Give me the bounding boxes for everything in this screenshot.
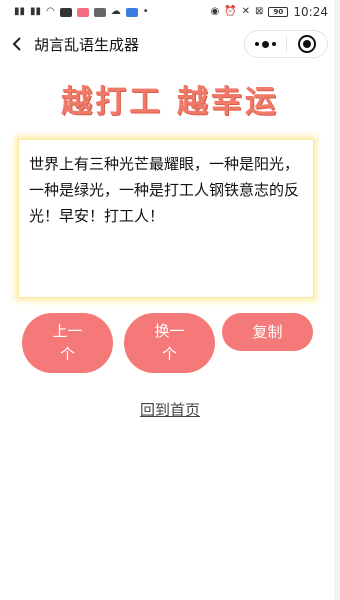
alarm-icon: ⏰ [224,6,237,17]
status-time: 10:24 [293,5,328,19]
chevron-left-icon [12,37,21,51]
wifi-icon: ◠ [46,6,55,17]
shield-icon [125,7,138,17]
navigation-bar: 胡言乱语生成器 [0,26,340,62]
signal-icon: ▮▮ [14,6,26,17]
status-bar-right: ◉ ⏰ ✕ ⊠ 90 10:24 [210,5,328,19]
status-bar-left: ▮▮ ▮▮ ◠ ☁ • [14,7,149,17]
battery-icon: 90 [268,7,289,17]
home-link[interactable]: 回到首页 [0,399,340,420]
copy-button[interactable]: 复制 [222,313,313,351]
previous-button-label: 上一个 [52,322,83,363]
next-button-label: 换一个 [154,322,185,363]
page-title: 胡言乱语生成器 [34,35,140,54]
app-icon [76,7,89,17]
more-button[interactable] [245,31,286,57]
next-button[interactable]: 换一个 [124,313,215,373]
more-dots-icon [254,40,276,48]
signal-icon: ▮▮ [30,6,42,17]
generated-text: 世界上有三种光芒最耀眼，一种是阳光，一种是绿光，一种是打工人钢铁意志的反光！早安… [18,139,314,298]
app-icon [93,7,106,17]
dot-icon: • [142,6,149,17]
mute-icon: ✕ [241,6,251,17]
banner-title: 越打工 越幸运 [61,84,279,120]
close-mini-program-button[interactable] [287,31,328,57]
back-button[interactable] [0,26,34,62]
status-bar: ▮▮ ▮▮ ◠ ☁ • ◉ ⏰ ✕ ⊠ 90 10:24 [0,0,340,24]
copy-button-label: 复制 [252,322,283,341]
eye-icon: ◉ [210,6,220,17]
previous-button[interactable]: 上一个 [22,313,113,373]
right-edge [334,0,340,600]
app-icon [59,7,72,17]
cloud-icon: ☁ [110,6,121,17]
target-icon [297,35,316,53]
close-icon: ⊠ [255,6,264,17]
mini-program-capsule [244,30,328,58]
